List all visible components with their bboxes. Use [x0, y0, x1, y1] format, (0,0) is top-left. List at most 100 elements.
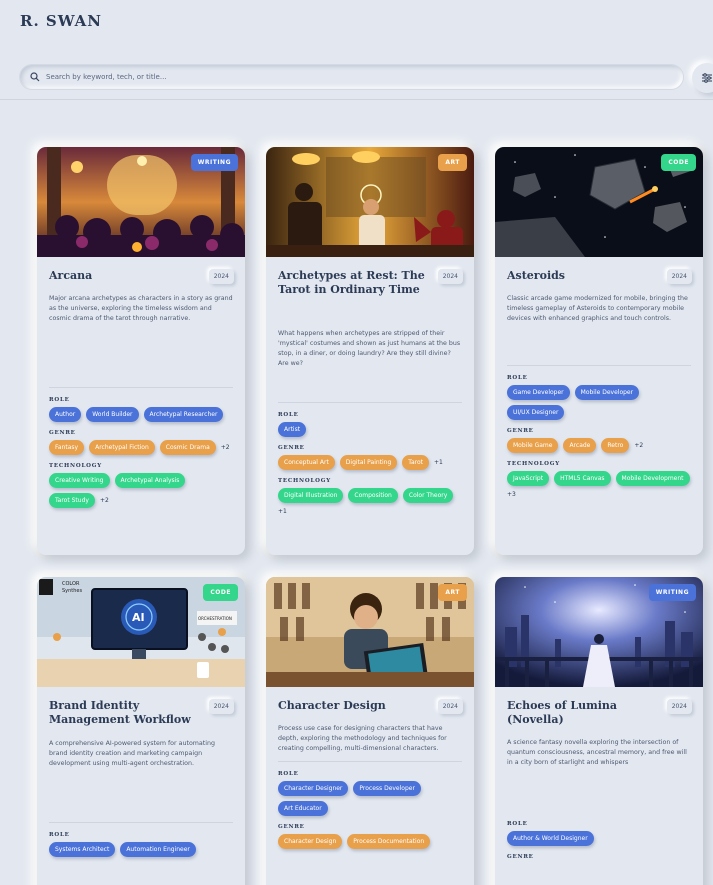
- genre-tags: Conceptual Art Digital Painting Tarot +1: [278, 455, 462, 470]
- technology-tags: JavaScript HTML5 Canvas Mobile Developme…: [507, 471, 691, 498]
- category-badge: WRITING: [648, 584, 696, 601]
- card-divider: [49, 822, 233, 823]
- role-tag[interactable]: Automation Engineer: [120, 842, 196, 857]
- genre-tag[interactable]: Fantasy: [49, 440, 85, 455]
- genre-tag[interactable]: Digital Painting: [339, 455, 398, 470]
- card-divider: [49, 387, 233, 388]
- card-title[interactable]: Archetypes at Rest: The Tarot in Ordinar…: [278, 269, 428, 297]
- genre-tag[interactable]: Cosmic Drama: [159, 440, 216, 455]
- role-label: ROLE: [49, 397, 70, 403]
- technology-more-count[interactable]: +2: [100, 497, 109, 504]
- role-tag[interactable]: Character Designer: [278, 781, 349, 796]
- card-title[interactable]: Arcana: [49, 269, 199, 283]
- color-text: COLOR: [62, 581, 80, 587]
- year-badge: 2024: [666, 269, 692, 284]
- project-card-arcana[interactable]: WRITING Arcana 2024 Major arcana archety…: [37, 147, 245, 555]
- role-tag[interactable]: Game Developer: [507, 385, 570, 400]
- role-tags: Author World Builder Archetypal Research…: [49, 407, 233, 422]
- card-title[interactable]: Asteroids: [507, 269, 657, 283]
- technology-tag[interactable]: Color Theory: [402, 488, 454, 503]
- genre-more-count[interactable]: +2: [634, 442, 643, 449]
- genre-tags: Character Design Process Documentation: [278, 834, 462, 849]
- role-tag[interactable]: Archetypal Researcher: [143, 407, 224, 422]
- role-tag[interactable]: Author: [49, 407, 82, 422]
- role-tag[interactable]: Process Developer: [353, 781, 421, 796]
- role-tags: Artist: [278, 422, 462, 437]
- genre-tags: Mobile Game Arcade Retro +2: [507, 438, 691, 453]
- technology-tag[interactable]: Mobile Development: [615, 471, 690, 486]
- genre-tag[interactable]: Character Design: [278, 834, 343, 849]
- technology-tag[interactable]: Archetypal Analysis: [114, 473, 186, 488]
- brand-logo[interactable]: R. SWAN: [20, 12, 102, 30]
- year-badge: 2024: [437, 699, 463, 714]
- year-badge: 2024: [437, 269, 463, 284]
- search-input[interactable]: [46, 73, 683, 81]
- header-divider: [0, 99, 713, 100]
- genre-more-count[interactable]: +1: [434, 459, 443, 466]
- technology-tag[interactable]: Composition: [348, 488, 398, 503]
- project-thumbnail: ART: [266, 577, 474, 687]
- project-card-brand-identity[interactable]: AI COLOR Synthes ORCHESTRATION CODE Bran…: [37, 577, 245, 885]
- role-tag[interactable]: World Builder: [86, 407, 139, 422]
- genre-tag[interactable]: Mobile Game: [507, 438, 559, 453]
- technology-tag[interactable]: Creative Writing: [49, 473, 110, 488]
- role-tag[interactable]: Mobile Developer: [574, 385, 640, 400]
- card-description: Process use case for designing character…: [278, 725, 447, 752]
- synthesis-text: Synthes: [62, 588, 83, 594]
- role-tag[interactable]: Artist: [278, 422, 307, 437]
- search-bar: [20, 65, 683, 89]
- role-label: ROLE: [278, 412, 299, 418]
- genre-tag[interactable]: Conceptual Art: [278, 455, 335, 470]
- year-badge: 2024: [666, 699, 692, 714]
- card-title[interactable]: Character Design: [278, 699, 428, 713]
- genre-label: GENRE: [278, 824, 305, 830]
- card-description: A science fantasy novella exploring the …: [507, 739, 687, 766]
- genre-label: GENRE: [49, 430, 76, 436]
- technology-tag[interactable]: Digital Illustration: [278, 488, 344, 503]
- role-label: ROLE: [507, 821, 528, 827]
- project-thumbnail: AI COLOR Synthes ORCHESTRATION CODE: [37, 577, 245, 687]
- category-badge: ART: [438, 154, 467, 171]
- card-divider: [507, 365, 691, 366]
- technology-label: TECHNOLOGY: [49, 463, 102, 469]
- filter-button[interactable]: [692, 63, 713, 93]
- genre-tag[interactable]: Tarot: [402, 455, 430, 470]
- genre-tag[interactable]: Process Documentation: [347, 834, 431, 849]
- role-label: ROLE: [49, 832, 70, 838]
- project-card-archetypes-at-rest[interactable]: ART Archetypes at Rest: The Tarot in Ord…: [266, 147, 474, 555]
- role-tag[interactable]: UI/UX Designer: [507, 405, 565, 420]
- technology-tag[interactable]: JavaScript: [507, 471, 550, 486]
- project-card-asteroids[interactable]: CODE Asteroids 2024 Classic arcade game …: [495, 147, 703, 555]
- genre-tag[interactable]: Archetypal Fiction: [89, 440, 155, 455]
- role-label: ROLE: [278, 771, 299, 777]
- card-divider: [278, 761, 462, 762]
- genre-label: GENRE: [278, 445, 305, 451]
- technology-label: TECHNOLOGY: [507, 461, 560, 467]
- role-tag[interactable]: Art Educator: [278, 801, 328, 816]
- category-badge: ART: [438, 584, 467, 601]
- project-thumbnail: WRITING: [37, 147, 245, 257]
- role-tags: Systems Architect Automation Engineer: [49, 842, 233, 857]
- role-label: ROLE: [507, 375, 528, 381]
- card-title[interactable]: Echoes of Lumina (Novella): [507, 699, 657, 727]
- role-tag[interactable]: Author & World Designer: [507, 831, 594, 846]
- role-tag[interactable]: Systems Architect: [49, 842, 116, 857]
- role-tags: Character Designer Process Developer Art…: [278, 781, 462, 816]
- technology-tag[interactable]: HTML5 Canvas: [554, 471, 611, 486]
- year-badge: 2024: [208, 269, 234, 284]
- genre-more-count[interactable]: +2: [221, 444, 230, 451]
- project-card-echoes-of-lumina[interactable]: WRITING Echoes of Lumina (Novella) 2024 …: [495, 577, 703, 885]
- project-card-character-design[interactable]: ART Character Design 2024 Process use ca…: [266, 577, 474, 885]
- technology-more-count[interactable]: +3: [507, 491, 516, 498]
- card-title[interactable]: Brand Identity Management Workflow: [49, 699, 199, 727]
- card-description: A comprehensive AI-powered system for au…: [49, 740, 215, 767]
- technology-more-count[interactable]: +1: [278, 508, 287, 515]
- technology-tag[interactable]: Tarot Study: [49, 493, 95, 508]
- card-description: Major arcana archetypes as characters in…: [49, 295, 233, 322]
- card-description: What happens when archetypes are strippe…: [278, 330, 461, 367]
- genre-tag[interactable]: Arcade: [563, 438, 597, 453]
- orchestration-text: ORCHESTRATION: [198, 616, 232, 621]
- genre-tag[interactable]: Retro: [601, 438, 630, 453]
- project-thumbnail: WRITING: [495, 577, 703, 687]
- technology-label: TECHNOLOGY: [278, 478, 331, 484]
